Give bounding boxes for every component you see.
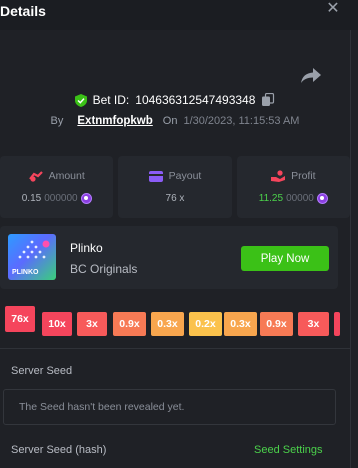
payout-value: 76 x (165, 193, 185, 204)
game-provider: BC Originals (70, 262, 138, 276)
game-thumbnail[interactable]: PLINKO (8, 234, 56, 280)
bet-id-row: Bet ID: 104636312547493348 (0, 92, 350, 108)
payout-card: Payout 76 x (118, 156, 232, 218)
amount-value-main: 0.15 (21, 193, 42, 204)
multiplier-slot-partial (334, 312, 340, 336)
bet-stats: Amount 0.15 000000 Payout 76 x Profit 11… (0, 156, 350, 218)
payout-label: Payout (168, 170, 202, 182)
thumbnail-text: PLINKO (12, 269, 39, 276)
plinko-pegs-icon: PLINKO (12, 240, 50, 276)
coins-icon (28, 171, 43, 182)
bet-meta-row: By Extnmfopkwb On 1/30/2023, 11:15:53 AM (0, 113, 350, 129)
bet-id-value: 104636312547493348 (135, 93, 256, 107)
copy-icon[interactable] (261, 93, 275, 107)
on-label: On (162, 115, 178, 127)
multiplier-slot: 76x (5, 306, 35, 332)
header: Details ✕ (0, 0, 358, 30)
coin-icon (80, 193, 92, 204)
profit-value-dim: 00000 (286, 193, 314, 204)
page-title: Details (0, 3, 46, 19)
amount-label: Amount (48, 170, 85, 182)
profit-value-main: 11.25 (258, 193, 284, 204)
bet-id-label: Bet ID: (92, 93, 130, 107)
multiplier-slot: 0.3x (224, 312, 257, 336)
multiplier-slot: 3x (77, 312, 107, 336)
multiplier-slot: 0.9x (113, 312, 146, 336)
profit-card: Profit 11.25 00000 (236, 156, 350, 218)
section-divider (0, 348, 350, 349)
by-label: By (50, 115, 64, 127)
amount-value-dim: 000000 (44, 193, 78, 204)
details-window: Details ✕ Bet ID: 104636312547493348 By … (0, 0, 358, 468)
shield-check-icon (74, 93, 87, 107)
play-now-button[interactable]: Play Now (241, 246, 329, 271)
coin-icon (316, 193, 328, 204)
multiplier-row: 76x 10x 3x 0.9x 0.3x 0.2x 0.3x 0.9x 3x (0, 302, 350, 342)
profit-label: Profit (291, 170, 316, 182)
multiplier-slot: 10x (42, 312, 72, 336)
divider (350, 30, 351, 468)
game-name: Plinko (70, 241, 103, 255)
wallet-icon (148, 170, 163, 182)
server-seed-label: Server Seed (11, 365, 73, 377)
multiplier-slot: 0.3x (151, 312, 184, 336)
multiplier-slot: 0.9x (260, 312, 293, 336)
multiplier-slot: 0.2x (189, 312, 222, 336)
server-seed-hash-label: Server Seed (hash) (11, 444, 107, 456)
close-icon[interactable]: ✕ (326, 1, 340, 17)
multiplier-slot: 3x (298, 312, 329, 336)
seed-settings-link[interactable]: Seed Settings (254, 444, 323, 456)
server-seed-message: The Seed hasn't been revealed yet. (19, 401, 185, 413)
server-seed-box: The Seed hasn't been revealed yet. (3, 389, 336, 425)
amount-card: Amount 0.15 000000 (0, 156, 114, 218)
game-card: PLINKO Plinko BC Originals Play Now (0, 226, 338, 289)
username-link[interactable]: Extnmfopkwb (77, 115, 152, 127)
share-icon[interactable] (300, 66, 322, 84)
bet-date: 1/30/2023, 11:15:53 AM (183, 115, 300, 127)
profit-hand-icon (271, 170, 286, 182)
